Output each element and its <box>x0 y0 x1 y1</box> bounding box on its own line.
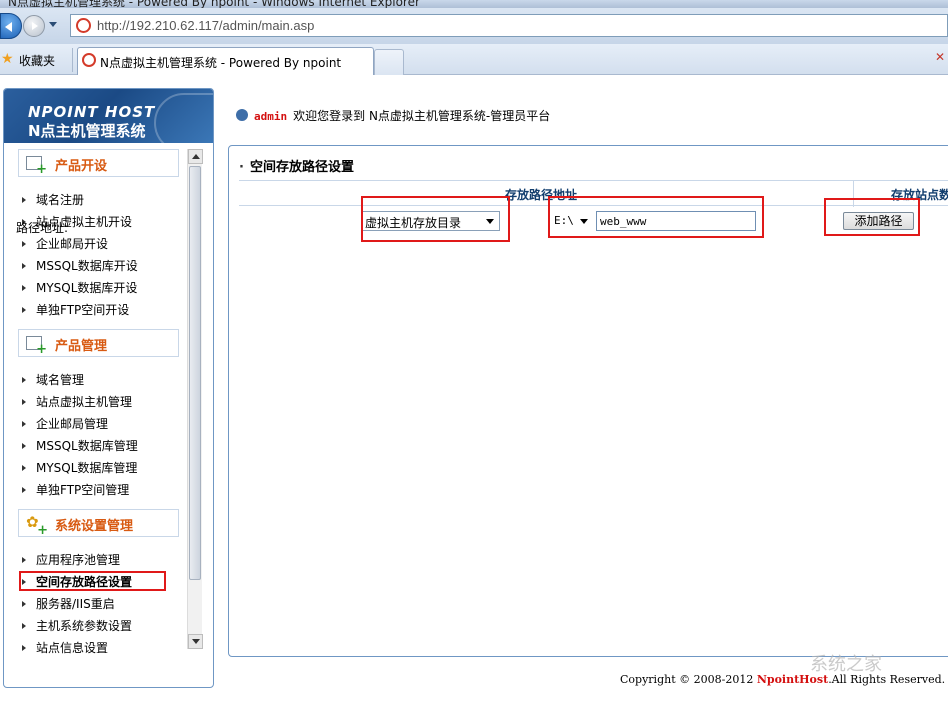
sidebar-item-iis-restart[interactable]: 服务器/IIS重启 <box>22 595 115 612</box>
logo-subtitle: N点主机管理系统 <box>28 122 146 140</box>
scroll-thumb[interactable] <box>189 166 201 580</box>
arrow-right-icon <box>22 241 29 247</box>
sidebar-item-mail-open[interactable]: 企业邮局开设 <box>22 235 108 252</box>
globe-icon <box>236 109 248 121</box>
sidebar-item-domain-manage[interactable]: 域名管理 <box>22 371 84 388</box>
sidebar-item-mssql-manage[interactable]: MSSQL数据库管理 <box>22 437 138 454</box>
sidebar-item-site-info[interactable]: 站点信息设置 <box>22 639 108 656</box>
add-window-icon <box>26 336 47 357</box>
sidebar-item-domain-register[interactable]: 域名注册 <box>22 191 84 208</box>
welcome-username: admin <box>254 110 288 123</box>
group-header-system-settings[interactable]: 系统设置管理 <box>18 509 179 538</box>
arrow-right-icon <box>22 377 29 383</box>
arrow-right-icon <box>22 487 29 493</box>
history-dropdown-icon[interactable] <box>49 22 57 31</box>
sidebar-item-host-params[interactable]: 主机系统参数设置 <box>22 617 132 634</box>
bullet-icon: · <box>239 160 244 175</box>
page-content: NPOINT HOST N点主机管理系统 产品开设 域名注册 站点虚拟主机开设 … <box>0 76 948 707</box>
sidebar-item-mssql-open[interactable]: MSSQL数据库开设 <box>22 257 138 274</box>
browser-tabbar: ★ 收藏夹 N点虚拟主机管理系统 - Powered By npoint ✕ <box>0 44 948 75</box>
highlight-box-add-button <box>824 198 920 236</box>
favorites-button[interactable]: 收藏夹 <box>19 52 55 69</box>
arrow-right-icon <box>22 421 29 427</box>
address-text[interactable]: http://192.210.62.117/admin/main.asp <box>97 18 314 33</box>
tab-active[interactable]: N点虚拟主机管理系统 - Powered By npoint <box>77 47 374 75</box>
arrow-right-icon <box>22 263 29 269</box>
scroll-up-icon[interactable] <box>188 149 203 164</box>
favorites-star-icon[interactable]: ★ <box>1 51 14 67</box>
settings-icon <box>26 513 48 538</box>
sidebar-item-ftp-open[interactable]: 单独FTP空间开设 <box>22 301 129 318</box>
window-titlebar: N点虚拟主机管理系统 - Powered By npoint - Windows… <box>0 0 948 8</box>
tab-title: N点虚拟主机管理系统 - Powered By npoint <box>100 56 342 70</box>
arrow-right-icon <box>22 443 29 449</box>
sidebar-item-app-pool[interactable]: 应用程序池管理 <box>22 551 120 568</box>
sidebar-item-mail-manage[interactable]: 企业邮局管理 <box>22 415 108 432</box>
path-row-label: 路径地址: <box>16 221 69 235</box>
sidebar: NPOINT HOST N点主机管理系统 产品开设 域名注册 站点虚拟主机开设 … <box>3 88 214 688</box>
highlight-box-dir-select <box>361 196 510 242</box>
highlight-box-sidebar <box>19 571 166 591</box>
back-button[interactable] <box>0 13 22 39</box>
tabbar-divider <box>72 48 73 72</box>
sidebar-item-vhost-manage[interactable]: 站点虚拟主机管理 <box>22 393 132 410</box>
forward-button[interactable] <box>23 15 45 37</box>
group-header-product-open[interactable]: 产品开设 <box>18 149 179 177</box>
arrow-right-icon <box>22 645 29 651</box>
close-tab-icon[interactable]: ✕ <box>935 50 945 64</box>
panel-title: · 空间存放路径设置 <box>239 160 354 175</box>
sidebar-scrollbar[interactable] <box>187 149 203 649</box>
arrow-right-icon <box>22 465 29 471</box>
arrow-right-icon <box>22 285 29 291</box>
group-title: 产品开设 <box>55 159 108 174</box>
scroll-down-icon[interactable] <box>188 634 203 649</box>
arrow-right-icon <box>22 557 29 563</box>
ie-page-icon <box>76 18 91 33</box>
address-bar[interactable]: http://192.210.62.117/admin/main.asp <box>70 14 948 37</box>
group-header-product-manage[interactable]: 产品管理 <box>18 329 179 357</box>
arrow-right-icon <box>22 399 29 405</box>
sidebar-item-mysql-manage[interactable]: MYSQL数据库管理 <box>22 459 137 476</box>
group-title: 系统设置管理 <box>55 519 134 534</box>
footer-copyright: Copyright © 2008-2012 NpointHost.All Rig… <box>620 673 946 686</box>
welcome-bar: admin 欢迎您登录到 N点虚拟主机管理系统-管理员平台 <box>236 107 550 124</box>
sidebar-item-ftp-manage[interactable]: 单独FTP空间管理 <box>22 481 129 498</box>
arrow-right-icon <box>22 623 29 629</box>
logo-title: NPOINT HOST <box>28 103 156 121</box>
new-tab-button[interactable] <box>374 49 404 75</box>
welcome-text: 欢迎您登录到 N点虚拟主机管理系统-管理员平台 <box>293 109 551 123</box>
arrow-right-icon <box>22 307 29 313</box>
sidebar-item-mysql-open[interactable]: MYSQL数据库开设 <box>22 279 137 296</box>
arrow-right-icon <box>22 601 29 607</box>
group-title: 产品管理 <box>55 339 108 354</box>
add-window-icon <box>26 156 47 177</box>
logo: NPOINT HOST N点主机管理系统 <box>4 89 213 143</box>
highlight-box-path <box>548 196 764 238</box>
logo-decoration <box>154 93 213 143</box>
tab-page-icon <box>82 53 96 67</box>
browser-navbar: http://192.210.62.117/admin/main.asp <box>0 8 948 44</box>
arrow-right-icon <box>22 197 29 203</box>
window-title: N点虚拟主机管理系统 - Powered By npoint - Windows… <box>8 0 420 8</box>
